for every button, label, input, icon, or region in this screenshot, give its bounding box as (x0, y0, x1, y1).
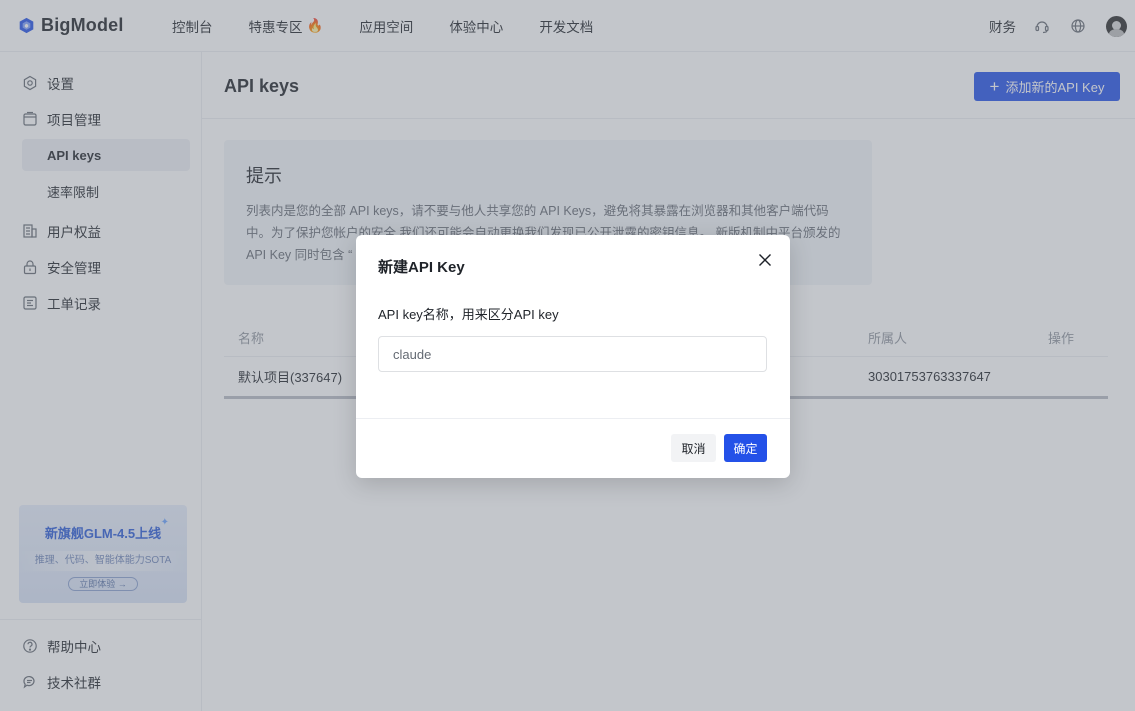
close-icon[interactable] (758, 253, 772, 267)
dialog-title: 新建API Key (378, 259, 465, 276)
create-api-key-dialog: 新建API Key API key名称，用来区分API key 取消 确定 (356, 235, 790, 478)
api-key-name-input[interactable] (378, 336, 767, 372)
dialog-footer-divider (356, 418, 790, 419)
api-key-name-label: API key名称，用来区分API key (378, 307, 559, 322)
cancel-button[interactable]: 取消 (671, 434, 716, 462)
confirm-button[interactable]: 确定 (724, 434, 767, 462)
